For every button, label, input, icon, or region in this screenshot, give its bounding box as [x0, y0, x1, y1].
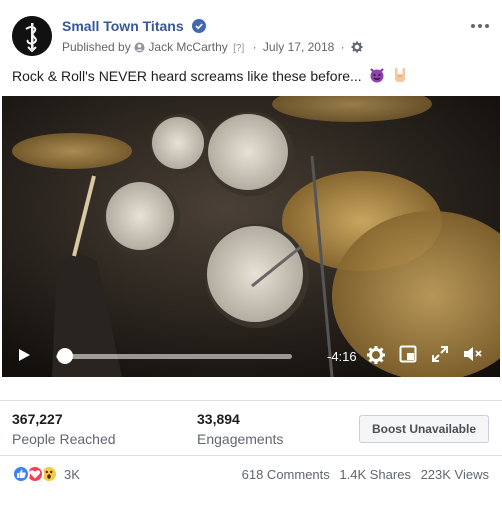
verified-badge-icon	[191, 19, 206, 33]
post-footer: 3K 618 Comments 1.4K Shares 223K Views	[0, 455, 502, 495]
time-remaining: -4:16	[327, 349, 357, 364]
engagements-value: 33,894	[197, 411, 240, 427]
published-prefix: Published by	[62, 40, 131, 54]
progress-bar[interactable]	[56, 354, 292, 359]
shares-link[interactable]: 1.4K Shares	[339, 467, 411, 482]
reaction-count[interactable]: 3K	[64, 467, 80, 482]
page-avatar[interactable]	[12, 16, 52, 56]
help-marker[interactable]: [?]	[233, 43, 244, 54]
titans-logo-icon	[12, 16, 52, 56]
post-meta: Published by Jack McCarthy [?] · July 17…	[62, 40, 363, 56]
boost-unavailable-button[interactable]: Boost Unavailable	[359, 415, 489, 443]
progress-handle[interactable]	[57, 348, 74, 364]
page-name-row: Small Town Titans	[62, 18, 206, 34]
more-options-icon[interactable]	[468, 18, 492, 34]
post-card: Small Town Titans Published by Jack McCa…	[0, 0, 502, 508]
settings-gear-icon[interactable]	[366, 345, 386, 370]
video-controls: -4:16	[2, 333, 500, 377]
insights-bar: 367,227 People Reached 33,894 Engagement…	[0, 400, 502, 456]
engagements-label: Engagements	[197, 431, 284, 447]
author-icon	[134, 42, 145, 56]
mute-icon[interactable]	[462, 345, 484, 368]
meta-separator-2: ·	[340, 40, 345, 54]
views-count[interactable]: 223K Views	[421, 467, 489, 482]
engagement-summary: 618 Comments 1.4K Shares 223K Views	[236, 467, 489, 482]
picture-in-picture-icon[interactable]	[399, 345, 417, 368]
devil-emoji-icon	[368, 66, 386, 87]
fullscreen-icon[interactable]	[431, 345, 449, 368]
like-icon	[12, 465, 30, 483]
comments-link[interactable]: 618 Comments	[242, 467, 330, 482]
post-message: Rock & Roll's NEVER heard screams like t…	[12, 66, 409, 87]
play-icon[interactable]	[16, 347, 32, 368]
people-reached-label: People Reached	[12, 431, 116, 447]
page-name-link[interactable]: Small Town Titans	[62, 18, 184, 34]
video-player[interactable]: -4:16	[2, 96, 500, 377]
author-link[interactable]: Jack McCarthy	[148, 40, 227, 54]
post-header: Small Town Titans Published by Jack McCa…	[12, 12, 492, 60]
gear-icon[interactable]	[351, 41, 363, 56]
rock-hand-emoji-icon	[391, 66, 409, 87]
meta-separator: ·	[252, 40, 257, 54]
post-text: Rock & Roll's NEVER heard screams like t…	[12, 68, 362, 84]
post-date-link[interactable]: July 17, 2018	[263, 40, 334, 54]
people-reached-value: 367,227	[12, 411, 63, 427]
